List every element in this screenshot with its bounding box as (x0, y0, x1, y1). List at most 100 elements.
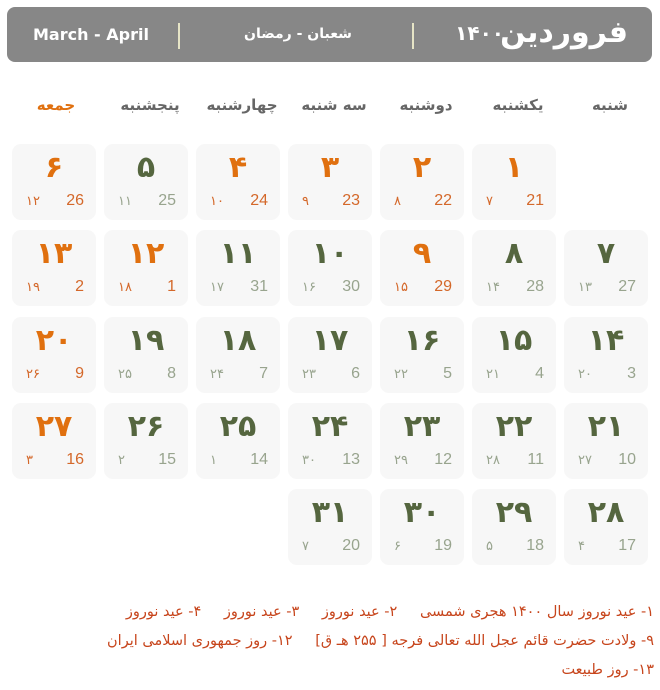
day-cell[interactable]: ۲۳ ۲۹ 12 (380, 403, 464, 479)
hijri-day-number: ۷ (486, 194, 493, 209)
persian-day-number: ۲۶ (127, 409, 165, 444)
persian-day-number: ۱۳ (35, 236, 73, 271)
hijri-day-number: ۲۵ (118, 367, 132, 382)
persian-day-number: ۳۱ (311, 495, 349, 530)
persian-day-number: ۱۵ (495, 323, 533, 358)
persian-day-number: ۲۰ (35, 323, 73, 358)
day-cell[interactable]: ۸ ۱۴ 28 (472, 230, 556, 306)
day-cell[interactable]: ۲۹ ۵ 18 (472, 489, 556, 565)
day-cell[interactable]: ۲ ۸ 22 (380, 144, 464, 220)
gregorian-day-number: 24 (250, 192, 268, 209)
persian-day-number: ۵ (136, 150, 156, 185)
day-cell[interactable]: ۱ ۷ 21 (472, 144, 556, 220)
persian-day-number: ۱۰ (311, 236, 349, 271)
day-cell[interactable]: ۲۱ ۲۷ 10 (564, 403, 648, 479)
persian-day-number: ۱۹ (127, 323, 165, 358)
hijri-day-number: ۱۳ (578, 280, 592, 295)
gregorian-months: March - April (33, 25, 149, 44)
persian-day-number: ۲۵ (219, 409, 257, 444)
day-cell[interactable]: ۱۶ ۲۲ 5 (380, 317, 464, 393)
day-cell[interactable]: ۳۰ ۶ 19 (380, 489, 464, 565)
day-cell[interactable]: ۱۲ ۱۸ 1 (104, 230, 188, 306)
hijri-day-number: ۲ (118, 453, 125, 468)
persian-day-number: ۷ (596, 236, 616, 271)
day-cell[interactable]: ۱۱ ۱۷ 31 (196, 230, 280, 306)
weekday-sunday: یکشنبه (492, 96, 544, 114)
hijri-day-number: ۱۲ (26, 194, 40, 209)
holiday-note: ۳- عید نوروز (223, 604, 300, 620)
gregorian-day-number: 27 (618, 278, 636, 295)
gregorian-day-number: 16 (66, 451, 84, 468)
gregorian-day-number: 20 (342, 537, 360, 554)
hijri-day-number: ۲۳ (302, 367, 316, 382)
day-cell[interactable]: ۲۴ ۳۰ 13 (288, 403, 372, 479)
gregorian-day-number: 18 (526, 537, 544, 554)
gregorian-day-number: 2 (75, 278, 84, 295)
weekday-header-row: شنبه یکشنبه دوشنبه سه شنبه چهارشنبه پنجش… (0, 96, 660, 120)
hijri-day-number: ۱۴ (486, 280, 500, 295)
holiday-note: ۹- ولادت حضرت قائم عجل الله تعالی فرجه [… (315, 633, 654, 649)
hijri-day-number: ۷ (302, 539, 309, 554)
day-cell[interactable]: ۴ ۱۰ 24 (196, 144, 280, 220)
day-cell[interactable]: ۷ ۱۳ 27 (564, 230, 648, 306)
persian-day-number: ۶ (44, 150, 64, 185)
day-cell[interactable]: ۱۷ ۲۳ 6 (288, 317, 372, 393)
header-divider (412, 23, 414, 49)
persian-day-number: ۱۸ (219, 323, 257, 358)
hijri-day-number: ۶ (394, 539, 401, 554)
day-cell[interactable]: ۱۰ ۱۶ 30 (288, 230, 372, 306)
day-cell[interactable]: ۹ ۱۵ 29 (380, 230, 464, 306)
weekday-friday: جمعه (36, 96, 76, 114)
day-cell[interactable]: ۵ ۱۱ 25 (104, 144, 188, 220)
persian-day-number: ۹ (412, 236, 432, 271)
persian-day-number: ۱۲ (127, 236, 165, 271)
day-cell[interactable]: ۱۹ ۲۵ 8 (104, 317, 188, 393)
day-cell[interactable]: ۶ ۱۲ 26 (12, 144, 96, 220)
holiday-note: ۱۲- روز جمهوری اسلامی ایران (107, 633, 293, 649)
persian-day-number: ۴ (228, 150, 248, 185)
persian-year: ۱۴۰۰ (455, 21, 504, 45)
hijri-day-number: ۱۶ (302, 280, 316, 295)
calendar-header: فروردین ۱۴۰۰ شعبان - رمضان March - April (7, 7, 652, 62)
holiday-notes: ۱- عید نوروز سال ۱۴۰۰ هجری شمسی ۲- عید ن… (6, 598, 654, 685)
gregorian-day-number: 28 (526, 278, 544, 295)
hijri-day-number: ۲۱ (486, 367, 500, 382)
hijri-day-number: ۸ (394, 194, 401, 209)
hijri-day-number: ۱۸ (118, 280, 132, 295)
persian-day-number: ۱ (504, 150, 524, 185)
persian-month-title: فروردین (500, 15, 628, 50)
day-cell[interactable]: ۱۴ ۲۰ 3 (564, 317, 648, 393)
gregorian-day-number: 31 (250, 278, 268, 295)
day-cell[interactable]: ۲۷ ۳ 16 (12, 403, 96, 479)
day-cell[interactable]: ۱۳ ۱۹ 2 (12, 230, 96, 306)
hijri-day-number: ۲۴ (210, 367, 224, 382)
day-cell[interactable]: ۲۲ ۲۸ 11 (472, 403, 556, 479)
weekday-saturday: شنبه (591, 96, 629, 114)
day-cell[interactable]: ۱۸ ۲۴ 7 (196, 317, 280, 393)
day-cell[interactable]: ۱۵ ۲۱ 4 (472, 317, 556, 393)
persian-day-number: ۲۸ (587, 495, 625, 530)
day-cell[interactable]: ۳ ۹ 23 (288, 144, 372, 220)
persian-day-number: ۳ (320, 150, 340, 185)
hijri-day-number: ۱۹ (26, 280, 40, 295)
day-cell[interactable]: ۳۱ ۷ 20 (288, 489, 372, 565)
day-cell[interactable]: ۲۵ ۱ 14 (196, 403, 280, 479)
hijri-day-number: ۱۵ (394, 280, 408, 295)
holiday-note: ۱- عید نوروز سال ۱۴۰۰ هجری شمسی (419, 604, 654, 620)
hijri-day-number: ۲۸ (486, 453, 500, 468)
day-cell[interactable]: ۲۰ ۲۶ 9 (12, 317, 96, 393)
day-cell[interactable]: ۲۶ ۲ 15 (104, 403, 188, 479)
hijri-day-number: ۵ (486, 539, 493, 554)
gregorian-day-number: 9 (75, 365, 84, 382)
holiday-note: ۱۳- روز طبیعت (561, 662, 654, 678)
day-cell[interactable]: ۲۸ ۴ 17 (564, 489, 648, 565)
hijri-day-number: ۲۹ (394, 453, 408, 468)
gregorian-day-number: 21 (526, 192, 544, 209)
persian-day-number: ۳۰ (403, 495, 441, 530)
gregorian-day-number: 25 (158, 192, 176, 209)
weekday-thursday: پنجشنبه (120, 96, 180, 114)
gregorian-day-number: 23 (342, 192, 360, 209)
gregorian-day-number: 14 (250, 451, 268, 468)
holiday-note: ۲- عید نوروز (321, 604, 398, 620)
gregorian-day-number: 26 (66, 192, 84, 209)
